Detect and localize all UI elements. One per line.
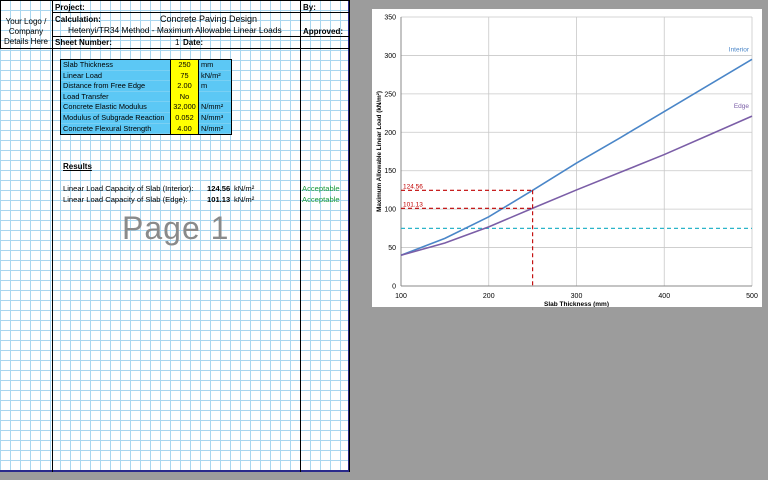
y-tick-label: 0 [392, 284, 396, 291]
input-row: Slab Thickness 250 mm [61, 60, 231, 71]
y-tick-label: 100 [384, 207, 396, 214]
result-value-interior: 124.56 [207, 184, 231, 193]
input-unit: N/mm² [199, 123, 231, 135]
x-tick-label: 200 [483, 293, 495, 300]
input-row: Distance from Free Edge 2.00 m [61, 81, 231, 92]
sheet-number-value: 1 [175, 38, 180, 47]
y-axis-title: Maximum Allowable Linear Load (kN/m²) [376, 91, 383, 212]
logo-column-divider [52, 0, 53, 472]
date-label: Date: [183, 38, 204, 47]
y-tick-label: 350 [384, 15, 396, 22]
input-unit: N/mm² [199, 102, 231, 113]
input-value-cell[interactable]: 2.00 [170, 81, 199, 92]
input-row: Concrete Elastic Modulus 32,000 N/mm² [61, 102, 231, 113]
result-label-interior: Linear Load Capacity of Slab (Interior): [63, 184, 194, 193]
x-tick-label: 500 [746, 293, 758, 300]
calculation-label: Calculation: [55, 15, 101, 24]
result-unit-edge: kN/m² [234, 195, 255, 204]
result-label-edge: Linear Load Capacity of Slab (Edge): [63, 195, 188, 204]
input-value-cell[interactable]: 32,000 [170, 102, 199, 113]
y-tick-label: 250 [384, 91, 396, 98]
input-table: Slab Thickness 250 mm Linear Load 75 kN/… [60, 59, 232, 136]
series-label-edge: Edge [734, 103, 750, 110]
linear-load-chart: 0 50 100 150 200 250 300 350 100 200 300 400 500 Inte… [376, 15, 758, 309]
input-label: Distance from Free Edge [61, 81, 170, 92]
input-row: Concrete Flexural Strength 4.00 N/mm² [61, 123, 231, 135]
sheet-number-label: Sheet Number: [55, 38, 112, 47]
right-column-divider [300, 0, 301, 472]
input-label: Concrete Flexural Strength [61, 123, 170, 135]
y-tick-label: 150 [384, 168, 396, 175]
y-tick-label: 300 [384, 53, 396, 60]
result-unit-interior: kN/m² [234, 184, 255, 193]
input-label: Linear Load [61, 70, 170, 82]
input-unit: kN/m² [199, 70, 231, 82]
by-label: By: [303, 3, 316, 12]
input-value-cell[interactable]: 0.052 [170, 112, 199, 124]
series-label-interior: Interior [729, 46, 750, 53]
header-bottom-border [0, 48, 350, 49]
y-tick-label: 200 [384, 130, 396, 137]
sheet-top-border [0, 0, 350, 1]
x-axis-title: Slab Thickness (mm) [544, 301, 609, 307]
input-label: Load Transfer [61, 91, 170, 103]
input-unit: mm [199, 60, 231, 71]
input-label: Modulus of Subgrade Reaction [61, 112, 170, 124]
x-tick-label: 300 [571, 293, 583, 300]
results-heading: Results [63, 162, 92, 171]
chart-panel[interactable]: 0 50 100 150 200 250 300 350 100 200 300 400 500 Inte… [372, 9, 762, 309]
input-value-cell[interactable]: 4.00 [170, 123, 199, 135]
reference-value-label: 101.13 [403, 201, 423, 208]
input-value-cell[interactable]: 75 [170, 70, 199, 82]
x-tick-label: 100 [395, 293, 407, 300]
input-unit: m [199, 81, 231, 92]
approved-label: Approved: [303, 27, 343, 36]
spreadsheet-sheet: Your Logo / Company Details Here Project… [0, 0, 350, 472]
input-row: Linear Load 75 kN/m² [61, 70, 231, 82]
input-value-cell[interactable]: 250 [170, 60, 199, 71]
input-row: Modulus of Subgrade Reaction 0.052 N/mm³ [61, 112, 231, 124]
reference-value-label: 124.56 [403, 183, 423, 190]
status-badge-edge: Acceptable [302, 195, 340, 204]
input-unit: N/mm³ [199, 112, 231, 124]
input-unit [199, 91, 231, 103]
page-watermark: Page 1 [122, 210, 230, 246]
company-logo-placeholder: Your Logo / Company Details Here [3, 17, 48, 46]
sheet-right-border [349, 0, 350, 472]
project-label: Project: [55, 3, 85, 12]
sheet-left-border [0, 0, 1, 48]
input-value-cell[interactable]: No [170, 91, 199, 103]
input-row: Load Transfer No [61, 91, 231, 103]
calculation-title: Concrete Paving Design [160, 14, 258, 24]
status-badge-interior: Acceptable [302, 184, 340, 193]
calculation-subtitle: Hetenyi/TR34 Method - Maximum Allowable … [68, 25, 282, 35]
y-tick-label: 50 [388, 245, 396, 252]
input-label: Slab Thickness [61, 60, 170, 71]
input-label: Concrete Elastic Modulus [61, 102, 170, 113]
result-value-edge: 101.13 [207, 195, 231, 204]
x-tick-label: 400 [658, 293, 670, 300]
